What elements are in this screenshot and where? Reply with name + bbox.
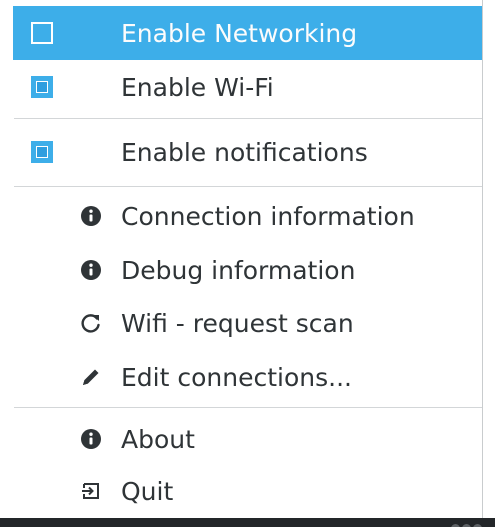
menu-item-connection-information[interactable]: Connection information <box>0 189 482 243</box>
menu-item-debug-information[interactable]: Debug information <box>0 243 482 297</box>
menu-separator <box>14 407 482 408</box>
info-icon <box>78 257 104 283</box>
menu-item-label: Wifi - request scan <box>121 308 354 338</box>
menu-item-label: Enable notifications <box>121 137 368 167</box>
menu-separator <box>14 118 482 119</box>
more-dots-icon <box>449 518 489 527</box>
info-icon <box>78 426 104 452</box>
menu-item-enable-notifications[interactable]: Enable notifications <box>0 125 482 179</box>
checkbox-checked-icon <box>31 141 53 163</box>
menu-item-label: Connection information <box>121 201 415 231</box>
checkbox-checked-icon <box>31 76 53 98</box>
menu-separator <box>14 186 482 187</box>
checkbox-unchecked-icon <box>31 22 53 44</box>
taskbar-panel <box>0 518 495 527</box>
menu-item-label: Edit connections... <box>121 362 352 392</box>
menu-item-edit-connections[interactable]: Edit connections... <box>0 350 482 404</box>
menu-item-label: Enable Wi-Fi <box>121 72 274 102</box>
menu-item-label: Quit <box>121 476 174 506</box>
menu-item-enable-networking[interactable]: Enable Networking <box>13 6 482 60</box>
exit-icon <box>78 478 104 504</box>
pencil-icon <box>78 364 104 390</box>
background-panel <box>483 0 495 518</box>
menu-item-label: Debug information <box>121 255 356 285</box>
menu-item-enable-wifi[interactable]: Enable Wi-Fi <box>0 60 482 114</box>
menu-item-label: Enable Networking <box>121 18 358 48</box>
tray-context-menu: Enable Networking Enable Wi-Fi Enable no… <box>0 0 483 518</box>
menu-item-quit[interactable]: Quit <box>0 464 482 518</box>
menu-item-wifi-request-scan[interactable]: Wifi - request scan <box>0 296 482 350</box>
refresh-icon <box>78 310 104 336</box>
menu-item-label: About <box>121 424 195 454</box>
menu-item-about[interactable]: About <box>0 412 482 466</box>
info-icon <box>78 203 104 229</box>
